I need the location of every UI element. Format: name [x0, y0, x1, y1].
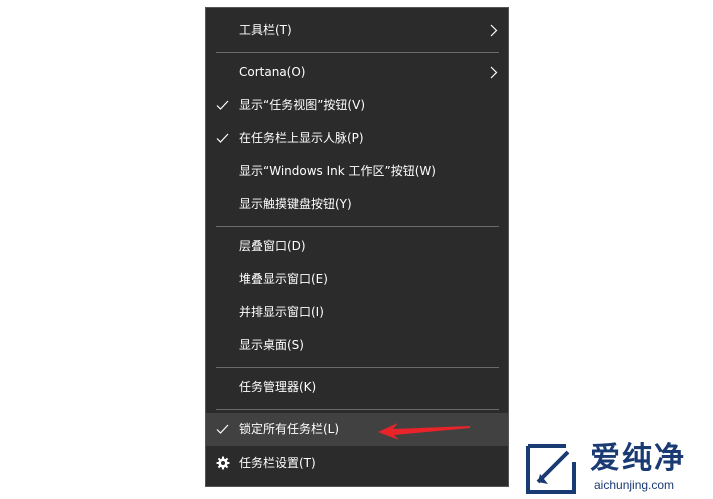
gear-icon — [216, 447, 230, 480]
menu-item-label: 并排显示窗口(I) — [239, 305, 324, 319]
menu-separator — [216, 52, 499, 53]
logo-mark-icon — [526, 444, 576, 494]
menu-item-label: 显示触摸键盘按钮(Y) — [239, 197, 352, 211]
checkmark-icon — [216, 89, 230, 122]
taskbar-context-menu: 工具栏(T) Cortana(O) 显示“任务视图”按钮(V) 在任务栏上显示人… — [205, 7, 509, 487]
menu-item-show-touch-keyboard-button[interactable]: 显示触摸键盘按钮(Y) — [206, 188, 508, 221]
menu-item-label: 层叠窗口(D) — [239, 239, 306, 253]
menu-separator — [216, 367, 499, 368]
menu-item-side-by-side-windows[interactable]: 并排显示窗口(I) — [206, 296, 508, 329]
checkmark-icon — [216, 122, 230, 155]
watermark-url: aichunjing.com — [594, 478, 675, 492]
menu-item-label: 工具栏(T) — [239, 23, 292, 37]
menu-item-cortana[interactable]: Cortana(O) — [206, 56, 508, 89]
menu-item-label: 任务管理器(K) — [239, 380, 317, 394]
menu-separator — [216, 226, 499, 227]
menu-item-toolbars[interactable]: 工具栏(T) — [206, 14, 508, 47]
menu-item-show-task-view-button[interactable]: 显示“任务视图”按钮(V) — [206, 89, 508, 122]
menu-separator — [216, 409, 499, 410]
chevron-right-icon — [489, 56, 499, 89]
menu-item-show-desktop[interactable]: 显示桌面(S) — [206, 329, 508, 362]
menu-item-show-windows-ink-button[interactable]: 显示“Windows Ink 工作区”按钮(W) — [206, 155, 508, 188]
menu-item-label: Cortana(O) — [239, 65, 306, 79]
menu-item-stack-windows[interactable]: 堆叠显示窗口(E) — [206, 263, 508, 296]
menu-item-label: 显示“Windows Ink 工作区”按钮(W) — [239, 164, 436, 178]
menu-item-show-people[interactable]: 在任务栏上显示人脉(P) — [206, 122, 508, 155]
menu-item-task-manager[interactable]: 任务管理器(K) — [206, 371, 508, 404]
menu-item-label: 显示“任务视图”按钮(V) — [239, 98, 366, 112]
menu-item-label: 任务栏设置(T) — [239, 456, 316, 470]
watermark-title: 爱纯净 — [590, 441, 686, 476]
menu-item-label: 显示桌面(S) — [239, 338, 304, 352]
menu-item-label: 在任务栏上显示人脉(P) — [239, 131, 364, 145]
watermark-logo: 爱纯净 aichunjing.com — [520, 441, 710, 496]
annotation-arrow — [378, 423, 470, 440]
chevron-right-icon — [489, 14, 499, 47]
menu-item-cascade-windows[interactable]: 层叠窗口(D) — [206, 230, 508, 263]
checkmark-icon — [216, 413, 230, 446]
menu-item-label: 锁定所有任务栏(L) — [239, 422, 340, 436]
menu-item-taskbar-settings[interactable]: 任务栏设置(T) — [206, 447, 508, 480]
menu-item-label: 堆叠显示窗口(E) — [239, 272, 328, 286]
